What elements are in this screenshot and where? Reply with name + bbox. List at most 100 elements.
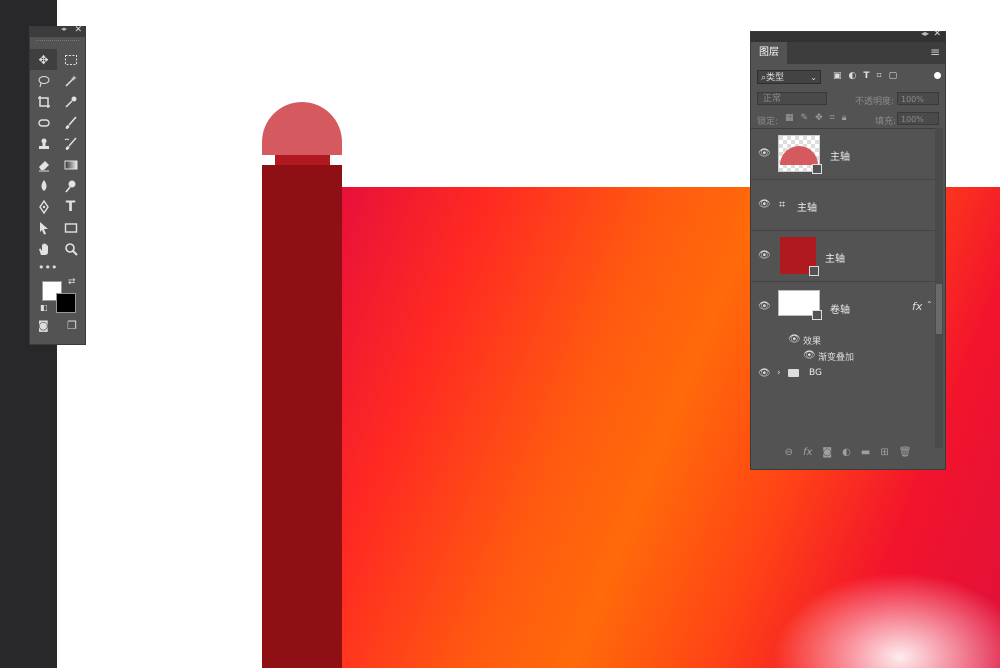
screen-mode-icon[interactable]: ❐ xyxy=(67,319,77,332)
layer-name[interactable]: 主轴 xyxy=(797,199,817,214)
tools-panel: ◂▸ ✕ ✥ T ••• ⇄ ◧ ◙ ❐ xyxy=(29,25,86,345)
filter-adjustment-icon[interactable]: ◐ xyxy=(849,71,857,81)
close-icon[interactable]: ✕ xyxy=(933,29,941,39)
tools-panel-titlebar[interactable]: ◂▸ ✕ xyxy=(30,25,85,37)
healing-brush-tool-icon[interactable] xyxy=(30,112,57,133)
layer-row[interactable]: 👁︎ 卷轴 fx ⌃ xyxy=(751,282,936,332)
fill-field[interactable]: 100% xyxy=(897,112,939,125)
pen-tool-icon[interactable] xyxy=(30,196,57,217)
new-group-icon[interactable]: ▬ xyxy=(861,447,870,463)
chevron-down-icon: ⌄ xyxy=(810,73,817,82)
smart-object-icon xyxy=(812,310,822,320)
effects-row[interactable]: 👁︎ 效果 xyxy=(751,332,936,348)
magic-wand-tool-icon[interactable] xyxy=(57,70,84,91)
layer-row[interactable]: 👁︎ ⌗ 主轴 xyxy=(751,180,936,231)
lock-pixels-icon[interactable]: ✎ xyxy=(801,113,809,123)
default-colors-icon[interactable]: ◧ xyxy=(40,303,48,312)
visibility-eye-icon[interactable]: 👁︎ xyxy=(758,301,771,313)
filter-type-icon[interactable]: T xyxy=(863,71,869,81)
visibility-eye-icon[interactable]: 👁︎ xyxy=(758,199,771,211)
scroll-cap-base xyxy=(262,142,342,155)
zoom-tool-icon[interactable] xyxy=(57,238,84,259)
path-selection-tool-icon[interactable] xyxy=(30,217,57,238)
filter-kind-select[interactable]: ⌕类型 ⌄ xyxy=(757,70,821,84)
layer-name[interactable]: 主轴 xyxy=(825,250,845,265)
layers-footer: ⊖ fx ◙ ◐ ▬ ⊞ 🗑︎ xyxy=(751,447,945,463)
new-layer-icon[interactable]: ⊞ xyxy=(880,447,888,463)
filter-smart-object-icon[interactable]: ▢ xyxy=(889,71,898,81)
fill-label: 填充: xyxy=(875,117,897,127)
layer-row[interactable]: 👁︎ 主轴 xyxy=(751,129,936,180)
tab-layers[interactable]: 图层 xyxy=(751,42,787,64)
eyedropper-tool-icon[interactable] xyxy=(57,91,84,112)
crop-tool-icon[interactable] xyxy=(30,91,57,112)
layers-panel: ◂▸ ✕ 图层 ≡ ⌕类型 ⌄ ▣ ◐ T ⌗ ▢ 正常 不透明度: 100% … xyxy=(750,29,946,470)
add-style-icon[interactable]: fx xyxy=(803,447,812,463)
effects-label: 效果 xyxy=(803,337,822,347)
quick-mask-icon[interactable]: ◙ xyxy=(38,319,49,332)
brush-tool-icon[interactable] xyxy=(57,112,84,133)
eraser-tool-icon[interactable] xyxy=(30,154,57,175)
add-mask-icon[interactable]: ◙ xyxy=(822,447,832,463)
color-swatches: ⇄ ◧ xyxy=(30,277,85,317)
new-adjustment-icon[interactable]: ◐ xyxy=(842,447,851,463)
folder-icon xyxy=(788,369,799,377)
chevron-up-icon[interactable]: ⌃ xyxy=(926,300,933,309)
blend-mode-select[interactable]: 正常 xyxy=(757,92,827,105)
effect-item-row[interactable]: 👁︎ 渐变叠加 xyxy=(751,348,936,364)
close-icon[interactable]: ✕ xyxy=(74,25,82,35)
group-name[interactable]: BG xyxy=(809,368,822,378)
filter-kind-label: 类型 xyxy=(766,73,785,83)
panel-grip[interactable] xyxy=(36,40,79,45)
delete-layer-icon[interactable]: 🗑︎ xyxy=(899,447,912,463)
artboard-icon: ⌗ xyxy=(779,198,786,211)
opacity-field[interactable]: 100% xyxy=(897,92,939,105)
move-tool-icon[interactable]: ✥ xyxy=(30,49,57,70)
layer-name[interactable]: 主轴 xyxy=(830,148,850,163)
scroll-cap-dome xyxy=(262,102,342,142)
lock-position-icon[interactable]: ✥ xyxy=(815,113,823,123)
hand-tool-icon[interactable] xyxy=(30,238,57,259)
filter-pixel-icon[interactable]: ▣ xyxy=(833,71,842,81)
collapse-icon[interactable]: ◂▸ xyxy=(921,29,929,38)
effect-name: 渐变叠加 xyxy=(818,353,855,363)
history-brush-tool-icon[interactable] xyxy=(57,133,84,154)
visibility-eye-icon[interactable]: 👁︎ xyxy=(758,368,771,380)
gradient-tool-icon[interactable] xyxy=(57,154,84,175)
rectangle-tool-icon[interactable] xyxy=(57,217,84,238)
swap-colors-icon[interactable]: ⇄ xyxy=(68,277,76,287)
layer-group-row[interactable]: 👁︎ › BG xyxy=(751,364,936,384)
link-layers-icon[interactable]: ⊖ xyxy=(785,447,793,463)
more-tools-button[interactable]: ••• xyxy=(30,259,85,277)
panel-menu-icon[interactable]: ≡ xyxy=(930,45,940,59)
lock-transparent-icon[interactable]: ▦ xyxy=(785,113,794,123)
clone-stamp-tool-icon[interactable] xyxy=(30,133,57,154)
smart-object-icon xyxy=(809,266,819,276)
layer-effects-icon[interactable]: fx xyxy=(912,300,922,313)
visibility-eye-icon[interactable]: 👁︎ xyxy=(803,350,816,362)
dodge-tool-icon[interactable] xyxy=(57,175,84,196)
lock-all-icon[interactable]: 🔒︎ xyxy=(842,113,847,123)
layers-panel-titlebar[interactable]: ◂▸ ✕ xyxy=(751,29,945,42)
filter-toggle[interactable] xyxy=(934,72,941,79)
layer-name[interactable]: 卷轴 xyxy=(830,301,850,316)
visibility-eye-icon[interactable]: 👁︎ xyxy=(788,334,801,346)
visibility-eye-icon[interactable]: 👁︎ xyxy=(758,250,771,262)
layers-scrollbar[interactable] xyxy=(935,128,943,448)
opacity-label: 不透明度: xyxy=(855,97,895,107)
lasso-tool-icon[interactable] xyxy=(30,70,57,91)
chevron-right-icon[interactable]: › xyxy=(777,368,781,378)
type-tool-icon[interactable]: T xyxy=(57,196,84,217)
marquee-tool-icon[interactable] xyxy=(57,49,84,70)
lock-artboard-icon[interactable]: ⌗ xyxy=(830,113,835,123)
filter-shape-icon[interactable]: ⌗ xyxy=(877,71,882,81)
collapse-icon[interactable]: ◂▸ xyxy=(61,25,67,33)
background-color-swatch[interactable] xyxy=(56,293,76,313)
scroll-rod xyxy=(262,165,342,668)
blur-tool-icon[interactable] xyxy=(30,175,57,196)
visibility-eye-icon[interactable]: 👁︎ xyxy=(758,148,771,160)
layer-row[interactable]: 👁︎ 主轴 xyxy=(751,231,936,282)
scroll-cap-neck xyxy=(275,155,330,165)
smart-object-icon xyxy=(812,164,822,174)
scrollbar-thumb[interactable] xyxy=(936,284,942,334)
